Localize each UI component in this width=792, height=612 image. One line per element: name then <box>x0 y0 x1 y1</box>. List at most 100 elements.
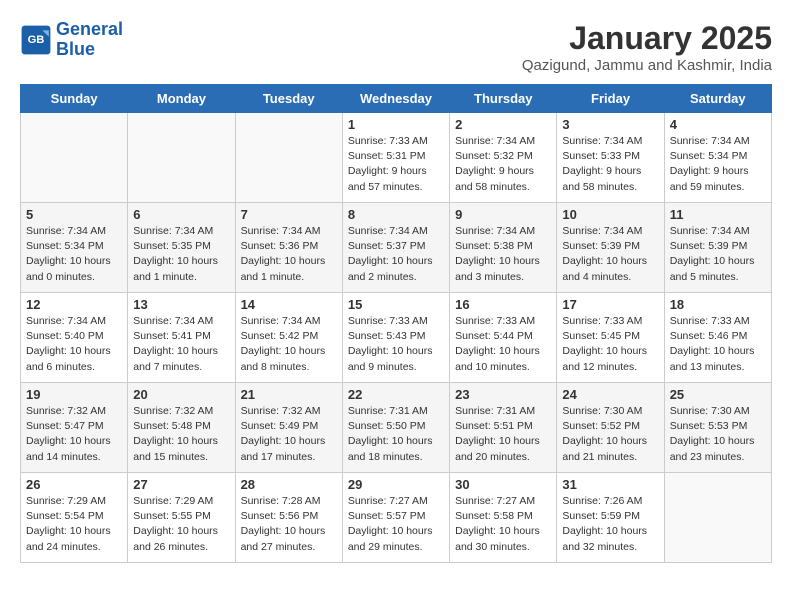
cell-info: Sunrise: 7:27 AM Sunset: 5:58 PM Dayligh… <box>455 494 551 555</box>
date-number: 8 <box>348 207 444 222</box>
cell-info: Sunrise: 7:34 AM Sunset: 5:42 PM Dayligh… <box>241 314 337 375</box>
table-cell: 10 Sunrise: 7:34 AM Sunset: 5:39 PM Dayli… <box>557 203 664 293</box>
table-cell: 4Sunrise: 7:34 AM Sunset: 5:34 PM Daylig… <box>664 113 771 203</box>
date-number: 26 <box>26 477 122 492</box>
date-number: 16 <box>455 297 551 312</box>
table-cell: 25 Sunrise: 7:30 AM Sunset: 5:53 PM Dayli… <box>664 383 771 473</box>
cell-info: Sunrise: 7:29 AM Sunset: 5:55 PM Dayligh… <box>133 494 229 555</box>
cell-info: Sunrise: 7:34 AM Sunset: 5:34 PM Dayligh… <box>670 134 766 195</box>
date-number: 2 <box>455 117 551 132</box>
date-number: 22 <box>348 387 444 402</box>
cell-info: Sunrise: 7:34 AM Sunset: 5:41 PM Dayligh… <box>133 314 229 375</box>
cell-info: Sunrise: 7:33 AM Sunset: 5:43 PM Dayligh… <box>348 314 444 375</box>
svg-text:GB: GB <box>28 34 45 46</box>
date-number: 20 <box>133 387 229 402</box>
table-cell: 17 Sunrise: 7:33 AM Sunset: 5:45 PM Dayli… <box>557 293 664 383</box>
header-tuesday: Tuesday <box>235 85 342 113</box>
header-friday: Friday <box>557 85 664 113</box>
date-number: 23 <box>455 387 551 402</box>
cell-info: Sunrise: 7:34 AM Sunset: 5:39 PM Dayligh… <box>670 224 766 285</box>
cell-info: Sunrise: 7:31 AM Sunset: 5:51 PM Dayligh… <box>455 404 551 465</box>
date-number: 11 <box>670 207 766 222</box>
date-number: 30 <box>455 477 551 492</box>
table-cell: 2Sunrise: 7:34 AM Sunset: 5:32 PM Daylig… <box>450 113 557 203</box>
title-block: January 2025 Qazigund, Jammu and Kashmir… <box>522 20 772 74</box>
cell-info: Sunrise: 7:27 AM Sunset: 5:57 PM Dayligh… <box>348 494 444 555</box>
date-number: 7 <box>241 207 337 222</box>
date-number: 1 <box>348 117 444 132</box>
table-cell: 7 Sunrise: 7:34 AM Sunset: 5:36 PM Daylig… <box>235 203 342 293</box>
cell-info: Sunrise: 7:34 AM Sunset: 5:36 PM Dayligh… <box>241 224 337 285</box>
cell-info: Sunrise: 7:32 AM Sunset: 5:48 PM Dayligh… <box>133 404 229 465</box>
table-cell: 21Sunrise: 7:32 AM Sunset: 5:49 PM Dayli… <box>235 383 342 473</box>
table-cell: 5 Sunrise: 7:34 AM Sunset: 5:34 PM Daylig… <box>21 203 128 293</box>
week-row-3: 12Sunrise: 7:34 AM Sunset: 5:40 PM Dayli… <box>21 293 772 383</box>
date-number: 12 <box>26 297 122 312</box>
date-number: 17 <box>562 297 658 312</box>
table-cell: 1Sunrise: 7:33 AM Sunset: 5:31 PM Daylig… <box>342 113 449 203</box>
table-cell: 14Sunrise: 7:34 AM Sunset: 5:42 PM Dayli… <box>235 293 342 383</box>
date-number: 13 <box>133 297 229 312</box>
date-number: 27 <box>133 477 229 492</box>
table-cell: 18 Sunrise: 7:33 AM Sunset: 5:46 PM Dayli… <box>664 293 771 383</box>
cell-info: Sunrise: 7:28 AM Sunset: 5:56 PM Dayligh… <box>241 494 337 555</box>
table-cell: 23 Sunrise: 7:31 AM Sunset: 5:51 PM Dayli… <box>450 383 557 473</box>
logo-text: General Blue <box>56 20 123 60</box>
date-number: 10 <box>562 207 658 222</box>
date-number: 5 <box>26 207 122 222</box>
table-cell: 24 Sunrise: 7:30 AM Sunset: 5:52 PM Dayli… <box>557 383 664 473</box>
cell-info: Sunrise: 7:34 AM Sunset: 5:38 PM Dayligh… <box>455 224 551 285</box>
table-cell: 22Sunrise: 7:31 AM Sunset: 5:50 PM Dayli… <box>342 383 449 473</box>
week-row-2: 5 Sunrise: 7:34 AM Sunset: 5:34 PM Daylig… <box>21 203 772 293</box>
cell-info: Sunrise: 7:32 AM Sunset: 5:49 PM Dayligh… <box>241 404 337 465</box>
table-cell <box>21 113 128 203</box>
table-cell: 19Sunrise: 7:32 AM Sunset: 5:47 PM Dayli… <box>21 383 128 473</box>
date-number: 9 <box>455 207 551 222</box>
cell-info: Sunrise: 7:29 AM Sunset: 5:54 PM Dayligh… <box>26 494 122 555</box>
date-number: 31 <box>562 477 658 492</box>
date-number: 15 <box>348 297 444 312</box>
table-cell: 6 Sunrise: 7:34 AM Sunset: 5:35 PM Daylig… <box>128 203 235 293</box>
cell-info: Sunrise: 7:33 AM Sunset: 5:46 PM Dayligh… <box>670 314 766 375</box>
cell-info: Sunrise: 7:33 AM Sunset: 5:45 PM Dayligh… <box>562 314 658 375</box>
header-wednesday: Wednesday <box>342 85 449 113</box>
table-cell <box>664 473 771 563</box>
date-number: 29 <box>348 477 444 492</box>
table-cell: 20 Sunrise: 7:32 AM Sunset: 5:48 PM Dayli… <box>128 383 235 473</box>
cell-info: Sunrise: 7:34 AM Sunset: 5:35 PM Dayligh… <box>133 224 229 285</box>
date-number: 19 <box>26 387 122 402</box>
logo-line2: Blue <box>56 39 95 59</box>
calendar-table: SundayMondayTuesdayWednesdayThursdayFrid… <box>20 84 772 563</box>
cell-info: Sunrise: 7:30 AM Sunset: 5:52 PM Dayligh… <box>562 404 658 465</box>
table-cell: 16 Sunrise: 7:33 AM Sunset: 5:44 PM Dayli… <box>450 293 557 383</box>
date-number: 24 <box>562 387 658 402</box>
week-row-5: 26 Sunrise: 7:29 AM Sunset: 5:54 PM Dayli… <box>21 473 772 563</box>
header-thursday: Thursday <box>450 85 557 113</box>
date-number: 28 <box>241 477 337 492</box>
table-cell: 12Sunrise: 7:34 AM Sunset: 5:40 PM Dayli… <box>21 293 128 383</box>
header-row: SundayMondayTuesdayWednesdayThursdayFrid… <box>21 85 772 113</box>
main-title: January 2025 <box>522 20 772 57</box>
table-cell: 29 Sunrise: 7:27 AM Sunset: 5:57 PM Dayli… <box>342 473 449 563</box>
logo-line1: General <box>56 19 123 39</box>
table-cell <box>235 113 342 203</box>
date-number: 6 <box>133 207 229 222</box>
table-cell: 9 Sunrise: 7:34 AM Sunset: 5:38 PM Daylig… <box>450 203 557 293</box>
date-number: 25 <box>670 387 766 402</box>
table-cell: 28 Sunrise: 7:28 AM Sunset: 5:56 PM Dayli… <box>235 473 342 563</box>
header-monday: Monday <box>128 85 235 113</box>
table-cell: 26 Sunrise: 7:29 AM Sunset: 5:54 PM Dayli… <box>21 473 128 563</box>
subtitle: Qazigund, Jammu and Kashmir, India <box>522 57 772 74</box>
cell-info: Sunrise: 7:30 AM Sunset: 5:53 PM Dayligh… <box>670 404 766 465</box>
table-cell: 15 Sunrise: 7:33 AM Sunset: 5:43 PM Dayli… <box>342 293 449 383</box>
table-cell: 27 Sunrise: 7:29 AM Sunset: 5:55 PM Dayli… <box>128 473 235 563</box>
header-saturday: Saturday <box>664 85 771 113</box>
logo: GB General Blue <box>20 20 123 60</box>
page-header: GB General Blue January 2025 Qazigund, J… <box>20 20 772 74</box>
cell-info: Sunrise: 7:33 AM Sunset: 5:44 PM Dayligh… <box>455 314 551 375</box>
date-number: 18 <box>670 297 766 312</box>
table-cell: 13 Sunrise: 7:34 AM Sunset: 5:41 PM Dayli… <box>128 293 235 383</box>
table-cell <box>128 113 235 203</box>
cell-info: Sunrise: 7:34 AM Sunset: 5:34 PM Dayligh… <box>26 224 122 285</box>
cell-info: Sunrise: 7:34 AM Sunset: 5:39 PM Dayligh… <box>562 224 658 285</box>
